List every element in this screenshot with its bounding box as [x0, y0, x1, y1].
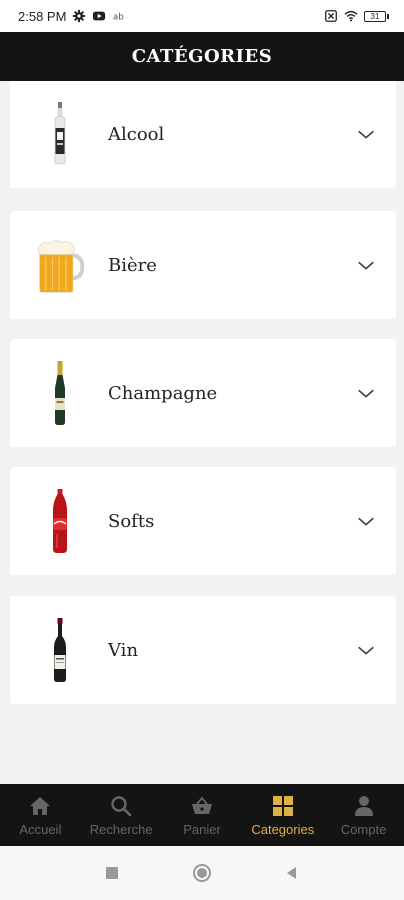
chevron-down-icon[interactable]: [336, 211, 396, 319]
category-label: Alcool: [108, 123, 165, 145]
category-label: Softs: [108, 510, 155, 532]
status-left: 2:58 PM ab: [18, 9, 126, 24]
champagne-bottle-icon: [55, 361, 65, 425]
nav-label: Accueil: [19, 821, 62, 837]
app-header: CATÉGORIES: [0, 32, 404, 81]
wine-bottle-icon: [54, 618, 66, 682]
bottom-navigation: Accueil Recherche Panier Categories Comp…: [0, 784, 404, 846]
system-navigation-bar: [0, 846, 404, 900]
chevron-down-icon[interactable]: [336, 339, 396, 447]
category-label: Vin: [108, 639, 139, 661]
basket-icon: [191, 796, 212, 814]
search-icon: [111, 795, 132, 816]
category-thumb: [10, 81, 100, 188]
category-label: Bière: [108, 254, 157, 276]
category-item-vin[interactable]: Vin: [10, 596, 396, 704]
category-label: Champagne: [108, 382, 218, 404]
nav-label: Categories: [251, 821, 315, 837]
chevron-down-icon[interactable]: [336, 81, 396, 188]
back-triangle-icon: [287, 867, 296, 879]
status-right: 31: [324, 9, 389, 23]
sim-icon: [324, 9, 338, 23]
category-list: Alcool Bière Champagne Softs Vin: [0, 81, 404, 784]
settings-gear-icon: [72, 9, 86, 23]
nav-label: Compte: [340, 821, 387, 837]
user-icon: [354, 795, 373, 816]
back-button[interactable]: [282, 863, 302, 883]
svg-text:ab: ab: [113, 13, 124, 23]
app-notification-icon: ab: [112, 9, 126, 23]
nav-label: Panier: [183, 821, 221, 837]
nav-item-panier[interactable]: Panier: [162, 794, 242, 837]
home-icon: [30, 796, 51, 815]
nav-label: Recherche: [89, 821, 153, 837]
nav-item-compte[interactable]: Compte: [324, 794, 404, 837]
square-icon: [106, 867, 118, 879]
page-title: CATÉGORIES: [131, 46, 273, 67]
chevron-down-icon[interactable]: [336, 596, 396, 704]
wifi-icon: [344, 9, 358, 23]
circle-icon: [193, 864, 211, 882]
battery-icon: 31: [364, 10, 389, 22]
category-thumb: [10, 596, 100, 704]
nav-item-accueil[interactable]: Accueil: [0, 794, 80, 837]
nav-item-categories[interactable]: Categories: [243, 794, 323, 837]
category-thumb: [10, 211, 100, 319]
grid-icon: [272, 795, 293, 816]
soda-bottle-icon: [53, 489, 67, 553]
category-item-alcool[interactable]: Alcool: [10, 81, 396, 188]
youtube-icon: [92, 9, 106, 23]
chevron-down-icon[interactable]: [336, 467, 396, 575]
liquor-bottle-icon: [54, 102, 66, 165]
category-thumb: [10, 339, 100, 447]
beer-mug-icon: [37, 240, 85, 293]
category-item-softs[interactable]: Softs: [10, 467, 396, 575]
category-item-champagne[interactable]: Champagne: [10, 339, 396, 447]
category-thumb: [10, 467, 100, 575]
category-item-biere[interactable]: Bière: [10, 211, 396, 319]
home-button[interactable]: [192, 863, 212, 883]
nav-item-recherche[interactable]: Recherche: [81, 794, 161, 837]
recents-button[interactable]: [102, 863, 122, 883]
status-bar: 2:58 PM ab 31: [0, 0, 404, 32]
status-time: 2:58 PM: [18, 8, 67, 24]
